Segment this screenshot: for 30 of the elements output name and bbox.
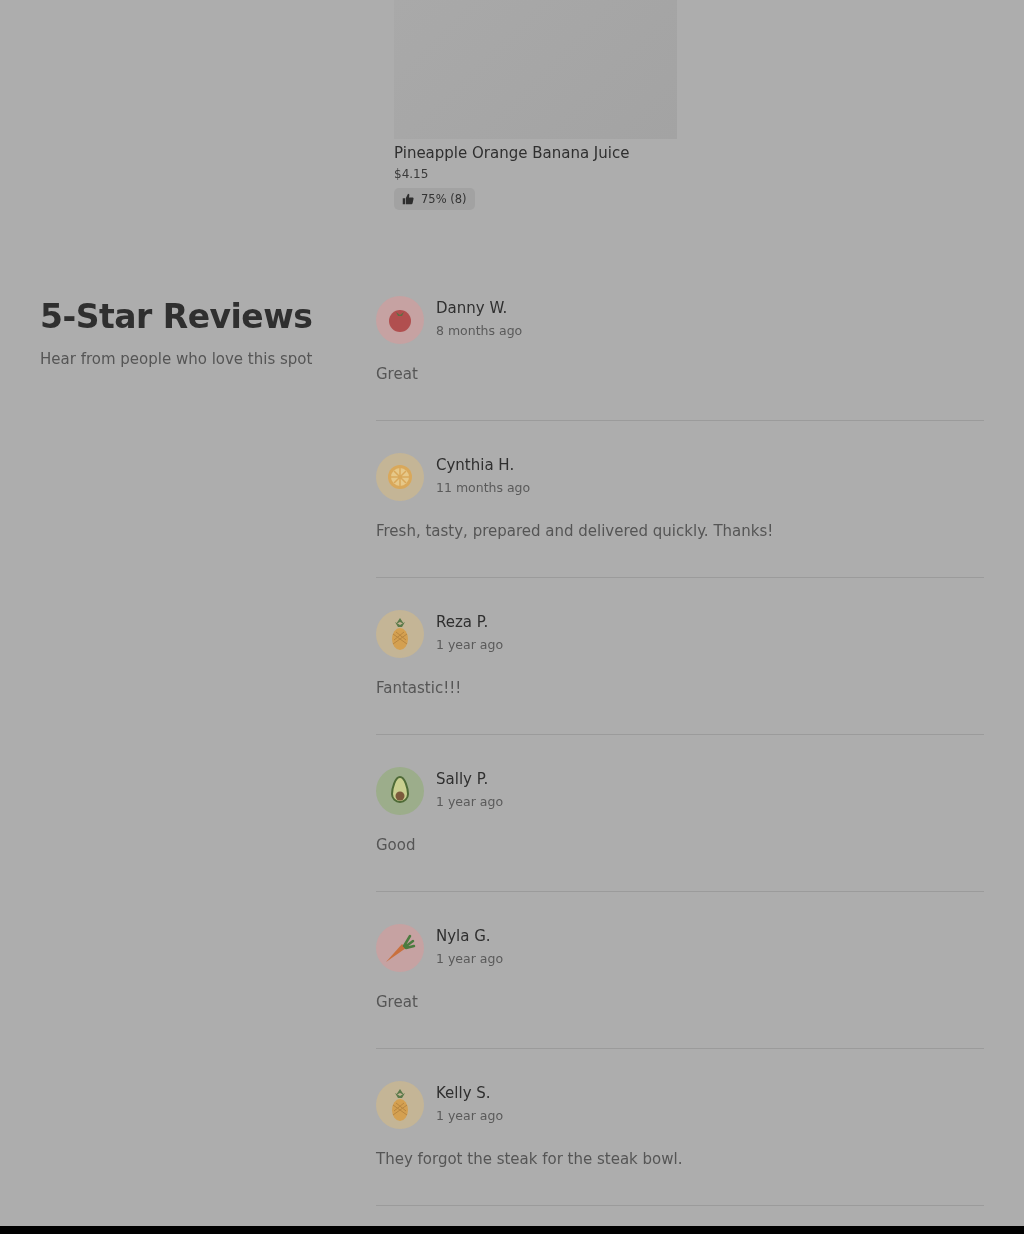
review-text: Fresh, tasty, prepared and delivered quickly. Thanks!: [376, 521, 775, 541]
review-text: Great: [376, 992, 419, 1012]
section-subtitle: Hear from people who love this spot: [40, 350, 314, 368]
thumbs-up-icon: [402, 193, 414, 205]
carrot-avatar: [376, 924, 424, 972]
review-text: Good: [376, 835, 417, 855]
review-time: 1 year ago: [436, 1107, 504, 1124]
review-text: Fantastic!!!: [376, 678, 463, 698]
reviewer-name: Kelly S.: [436, 1083, 492, 1103]
review-time: 1 year ago: [436, 636, 504, 653]
reviewer-name: Sally P.: [436, 769, 490, 789]
review-time: 11 months ago: [436, 479, 531, 496]
reviewer-name: Cynthia H.: [436, 455, 516, 475]
product-name[interactable]: Pineapple Orange Banana Juice: [394, 143, 677, 163]
citrus-slice-avatar: [376, 453, 424, 501]
pineapple-avatar: [376, 610, 424, 658]
review-text: Great: [376, 364, 419, 384]
section-title: 5-Star Reviews: [40, 296, 314, 338]
rating-text: 75% (8): [421, 191, 467, 207]
tomato-avatar: [376, 296, 424, 344]
reviewer-name: Reza P.: [436, 612, 490, 632]
avocado-avatar: [376, 767, 424, 815]
review-time: 8 months ago: [436, 322, 523, 339]
pineapple-avatar: [376, 1081, 424, 1129]
review-time: 1 year ago: [436, 950, 504, 967]
reviewer-name: Nyla G.: [436, 926, 492, 946]
review-time: 1 year ago: [436, 793, 504, 810]
review-text: They forgot the steak for the steak bowl.: [376, 1149, 684, 1169]
reviewer-name: Danny W.: [436, 298, 509, 318]
product-price: $4.15: [394, 166, 430, 182]
